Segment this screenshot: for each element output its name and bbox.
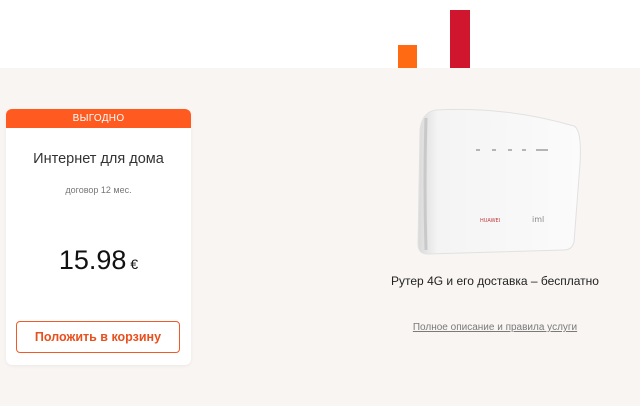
offer-title: Интернет для дома [33, 151, 164, 167]
router-image: HUAWEI iml [417, 108, 581, 255]
offer-badge: ВЫГОДНО [6, 109, 191, 128]
router-logo-text: iml [532, 215, 544, 224]
service-details-link[interactable]: Полное описание и правила услуги [370, 322, 620, 333]
top-banner [0, 0, 640, 68]
router-caption: Рутер 4G и его доставка – бесплатно [391, 274, 599, 288]
price-amount: 15.98 [58, 245, 127, 275]
price: 15.98 € [6, 245, 191, 276]
contract-term: договор 12 мес. [65, 185, 132, 195]
add-to-cart-button[interactable]: Положить в корзину [16, 321, 180, 353]
decorative-bar-orange [398, 45, 417, 68]
decorative-bar-red [450, 10, 470, 68]
price-currency: € [130, 256, 139, 272]
offer-card: ВЫГОДНО Интернет для дома договор 12 мес… [6, 109, 191, 365]
router-brand-text: HUAWEI [480, 218, 500, 224]
